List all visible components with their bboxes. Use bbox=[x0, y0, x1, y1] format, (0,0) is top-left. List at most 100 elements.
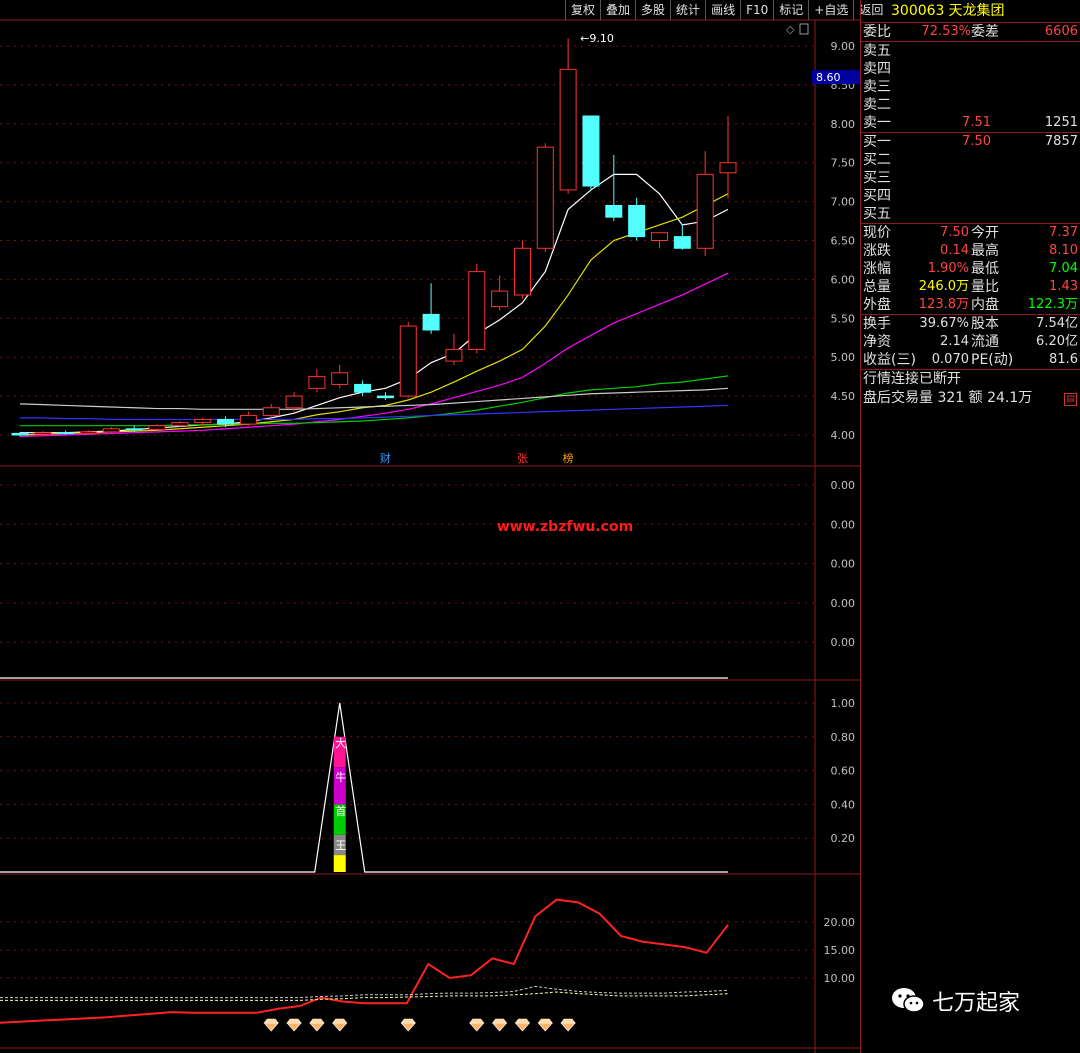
toolbar-button-4[interactable]: 画线 bbox=[705, 0, 740, 20]
candle-body bbox=[468, 271, 486, 350]
expand-icon[interactable]: ▤ bbox=[1064, 393, 1077, 406]
diamond-icon bbox=[263, 1022, 279, 1032]
weicha-value: 6606 bbox=[1044, 24, 1078, 39]
candle-body bbox=[536, 146, 554, 249]
candle-body bbox=[194, 418, 212, 424]
chart-grid bbox=[0, 19, 860, 1053]
toolbar-button-1[interactable]: 叠加 bbox=[600, 0, 635, 20]
y-tick-label: 4.00 bbox=[831, 429, 856, 442]
after-hours-row: 盘后交易量 321 额 24.1万 ▤ bbox=[861, 389, 1080, 408]
toolbar-button-2[interactable]: 多股 bbox=[635, 0, 670, 20]
event-marker: 张 bbox=[517, 452, 528, 465]
y-tick-label: 9.00 bbox=[831, 40, 856, 53]
fundamentals: 换手 39.67% 股本 7.54亿 净资 2.14 流通 6.20亿 收益(三) 0.070 PE… bbox=[861, 315, 1080, 370]
toolbar-button-7[interactable]: +自选 bbox=[808, 0, 853, 20]
diamond-icon-top bbox=[263, 1018, 279, 1024]
buy-level-price: 7.50 bbox=[962, 134, 991, 149]
moving-average-line bbox=[19, 272, 729, 438]
diamond-icon bbox=[400, 1022, 416, 1032]
candle-body bbox=[11, 432, 29, 436]
weibi-value: 72.53% bbox=[921, 24, 971, 39]
sell-level-volume: 1251 bbox=[1044, 115, 1078, 130]
stat-value: 2.14 bbox=[940, 334, 969, 349]
sell-level-row: 卖二 bbox=[861, 96, 1080, 114]
stat-value: 1.43 bbox=[1049, 279, 1078, 294]
stat-value: 7.04 bbox=[1049, 261, 1078, 276]
stat-label: 内盘 bbox=[971, 297, 999, 313]
toolbar-button-6[interactable]: 标记 bbox=[773, 0, 808, 20]
candle-body bbox=[376, 395, 394, 399]
sell-book: 卖五 卖四 卖三 卖二 卖一 7.51 1251 bbox=[861, 42, 1080, 133]
toolbar-button-0[interactable]: 复权 bbox=[565, 0, 600, 20]
stat-value: 123.8万 bbox=[918, 297, 969, 312]
diamond-icon-top bbox=[400, 1018, 416, 1024]
candle-body bbox=[57, 432, 75, 435]
sell-level-price: 7.51 bbox=[962, 115, 991, 130]
y-tick-label: 0.60 bbox=[831, 765, 856, 778]
signal-bar-label: 牛 bbox=[335, 770, 346, 784]
indicator-line bbox=[0, 985, 729, 999]
candle-body bbox=[582, 115, 600, 187]
candle-body bbox=[285, 395, 303, 409]
candle-body bbox=[605, 204, 623, 218]
diamond-icon bbox=[514, 1022, 531, 1032]
candle-body bbox=[239, 415, 257, 425]
candle-body bbox=[308, 376, 326, 389]
candle-body bbox=[696, 173, 714, 249]
wechat-icon bbox=[892, 988, 925, 1013]
signal-bar-label: 大 bbox=[335, 736, 346, 750]
y-tick-label: 0.00 bbox=[831, 558, 856, 571]
current-price-label: 8.60 bbox=[816, 71, 841, 84]
quote-row: 涨跌 0.14 最高 8.10 bbox=[861, 242, 1080, 260]
candle-body bbox=[125, 428, 143, 431]
buy-level-label: 买一 bbox=[863, 134, 891, 150]
sell-level-row: 卖四 bbox=[861, 60, 1080, 78]
diamond-icon-top bbox=[560, 1018, 576, 1024]
quote-row: 涨幅 1.90% 最低 7.04 bbox=[861, 260, 1080, 278]
buy-book: 买一 7.50 7857 买二 买三 买四 买五 bbox=[861, 133, 1080, 224]
toolbar-button-5[interactable]: F10 bbox=[740, 0, 773, 20]
stat-value: 1.90% bbox=[927, 261, 969, 276]
sell-level-row: 卖三 bbox=[861, 78, 1080, 96]
stock-name: 天龙集团 bbox=[948, 3, 1005, 19]
signal-bar-label: 首 bbox=[335, 804, 346, 818]
signal-bar-segment bbox=[333, 855, 346, 872]
candle-body bbox=[513, 247, 531, 296]
weibi-label: 委比 bbox=[863, 24, 891, 40]
diamond-icon bbox=[469, 1022, 485, 1032]
candle-body bbox=[491, 290, 509, 308]
candle-body bbox=[262, 407, 280, 417]
brand-watermark: 七万起家 bbox=[890, 985, 1020, 1017]
stat-value: 7.54亿 bbox=[1036, 316, 1078, 331]
candle-body bbox=[331, 372, 349, 385]
chart-area[interactable]: 9.008.508.007.507.006.506.005.505.004.50… bbox=[0, 0, 860, 1053]
candle-body bbox=[673, 236, 691, 249]
diamond-icon-top bbox=[514, 1018, 531, 1024]
quote-panel: 300063 天龙集团 委比 72.53% 委差 6606 卖五 卖四 卖三 卖二 卖一 7… bbox=[860, 0, 1080, 1053]
y-tick-label: 0.00 bbox=[831, 597, 856, 610]
indicator-panel-2: 1.00 0.80 0.60 0.40 0.20 大牛首王 bbox=[0, 697, 856, 873]
indicator-panel-3: 20.00 15.00 10.00 bbox=[0, 898, 855, 1032]
sell-level-label: 卖三 bbox=[863, 79, 891, 95]
stat-label: PE(动) bbox=[971, 352, 1014, 368]
stat-value: 122.3万 bbox=[1027, 297, 1078, 312]
stat-value: 8.10 bbox=[1049, 243, 1078, 258]
buy-level-volume: 7857 bbox=[1044, 134, 1078, 149]
y-tick-label: 6.00 bbox=[831, 273, 856, 286]
stat-label: 总量 bbox=[863, 279, 891, 295]
stat-value: 0.070 bbox=[931, 352, 969, 367]
y-tick-label: 8.00 bbox=[831, 118, 856, 131]
signal-line bbox=[0, 702, 728, 873]
y-tick-label: 1.00 bbox=[831, 697, 856, 710]
candle-body bbox=[80, 431, 98, 434]
diamond-icon bbox=[491, 1022, 508, 1032]
diamond-icon-top bbox=[332, 1018, 348, 1024]
y-tick-label: 0.80 bbox=[831, 731, 856, 744]
candle-body bbox=[445, 348, 463, 362]
stat-value: 246.0万 bbox=[918, 279, 969, 294]
moving-average-line bbox=[19, 387, 729, 410]
candle-body bbox=[559, 68, 577, 191]
toolbar-button-3[interactable]: 统计 bbox=[670, 0, 705, 20]
stat-value: 6.20亿 bbox=[1036, 334, 1078, 349]
y-tick-label: 0.00 bbox=[831, 636, 856, 649]
